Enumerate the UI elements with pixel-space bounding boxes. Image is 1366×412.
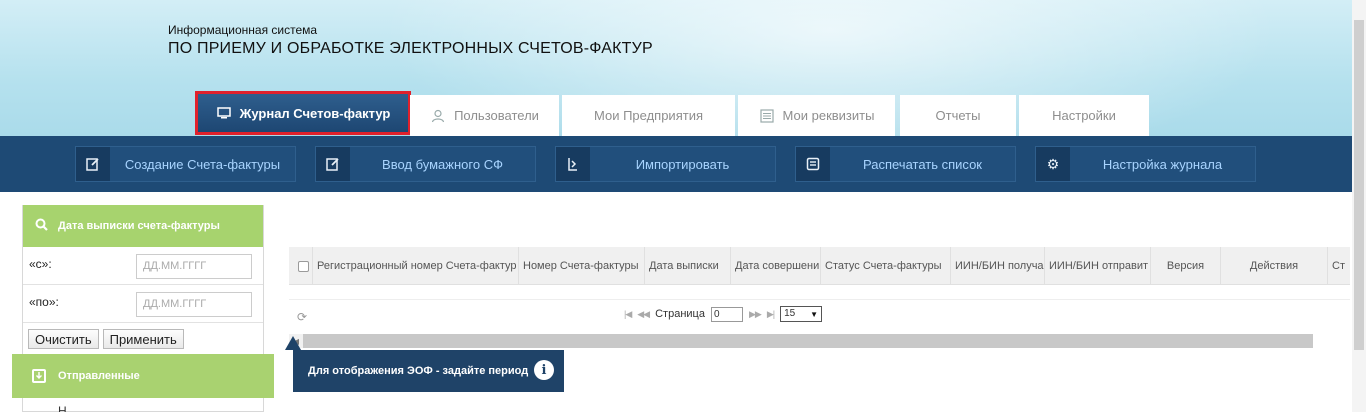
last-page-icon[interactable]: ▶| (767, 309, 775, 320)
tab-label: Отчеты (935, 108, 981, 123)
apply-button[interactable]: Применить (102, 329, 184, 349)
page-vertical-scrollbar[interactable] (1352, 0, 1366, 412)
grid-horizontal-scrollbar[interactable]: ◀ (289, 334, 1313, 348)
date-to-row: «по»: ДД.ММ.ГГГГ (23, 285, 263, 323)
tab-label: Настройки (1052, 108, 1116, 123)
page-label: Страница (655, 308, 705, 320)
info-icon: i (534, 360, 554, 380)
filter-panel-title: Дата выписки счета-фактуры (58, 220, 220, 232)
sent-section-header[interactable]: Отправленные (12, 354, 274, 398)
toolbar-button-label: Ввод бумажного СФ (382, 156, 503, 172)
select-all-checkbox[interactable] (298, 261, 309, 272)
tab-my-enterprises[interactable]: Мои Предприятия (562, 95, 735, 136)
invoice-grid: Регистрационный номер Счета-фактур Номер… (289, 247, 1350, 347)
edit-icon (316, 147, 350, 181)
grid-header: Регистрационный номер Счета-фактур Номер… (289, 247, 1350, 285)
scrollbar-thumb[interactable] (1354, 20, 1364, 350)
sent-list-item[interactable]: Н (58, 404, 67, 412)
print-icon (796, 147, 830, 181)
grid-column-header[interactable]: Дата совершени (731, 247, 821, 285)
sent-section-title: Отправленные (58, 370, 140, 382)
page-size-select[interactable]: 15 (780, 306, 823, 322)
tab-label: Пользователи (454, 108, 539, 123)
action-toolbar: Создание Счета-фактуры Ввод бумажного СФ… (0, 136, 1366, 192)
period-hint-tooltip: Для отображения ЭОФ - задайте период i (293, 350, 564, 392)
grid-select-col (289, 247, 313, 285)
tab-label: Мои Предприятия (593, 108, 703, 123)
tab-invoice-journal[interactable]: Журнал Счетов-фактур (195, 91, 411, 135)
grid-column-header[interactable]: Действия (1221, 247, 1328, 285)
toolbar-button-label: Импортировать (635, 156, 730, 172)
search-icon (35, 218, 48, 234)
tab-label: Журнал Счетов-фактур (239, 105, 391, 121)
page-number-input[interactable]: 0 (710, 306, 743, 322)
edit-icon (76, 147, 110, 181)
date-from-input[interactable]: ДД.ММ.ГГГГ (136, 254, 252, 279)
filter-panel-header[interactable]: Дата выписки счета-фактуры (23, 205, 263, 247)
toolbar-button-label: Распечатать список (863, 156, 982, 172)
date-to-input[interactable]: ДД.ММ.ГГГГ (136, 292, 252, 317)
first-page-icon[interactable]: |◀ (624, 309, 632, 320)
grid-column-header[interactable]: Регистрационный номер Счета-фактур (313, 247, 519, 285)
download-icon (32, 369, 46, 383)
filter-buttons: Очистить Применить (28, 329, 184, 349)
grid-column-header[interactable]: Ст (1328, 247, 1350, 285)
system-title: ПО ПРИЕМУ И ОБРАБОТКЕ ЭЛЕКТРОННЫХ СЧЕТОВ… (168, 40, 653, 57)
grid-column-header[interactable]: ИИН/БИН получа (951, 247, 1045, 285)
tab-reports[interactable]: Отчеты (900, 95, 1016, 136)
grid-column-header[interactable]: Номер Счета-фактуры (519, 247, 645, 285)
list-icon (759, 108, 775, 123)
date-from-row: «с»: ДД.ММ.ГГГГ (23, 247, 263, 285)
print-list-button[interactable]: Распечатать список (795, 146, 1016, 182)
prev-page-icon[interactable]: ◀◀ (637, 309, 650, 320)
toolbar-button-label: Настройка журнала (1102, 156, 1223, 172)
tab-label: Мои реквизиты (782, 108, 875, 123)
toolbar-button-label: Создание Счета-фактуры (124, 156, 281, 172)
grid-column-header[interactable]: Версия (1151, 247, 1221, 285)
app-header: Информационная система ПО ПРИЕМУ И ОБРАБ… (0, 0, 1366, 136)
date-from-label: «с»: (29, 257, 52, 271)
tab-users[interactable]: Пользователи (410, 95, 559, 136)
journal-settings-button[interactable]: ⚙ Настройка журнала (1035, 146, 1256, 182)
enter-paper-invoice-button[interactable]: Ввод бумажного СФ (315, 146, 536, 182)
date-to-label: «по»: (29, 295, 59, 309)
system-subtitle: Информационная система (168, 23, 318, 37)
tab-my-details[interactable]: Мои реквизиты (738, 95, 895, 136)
monitor-icon (216, 106, 232, 120)
grid-column-header[interactable]: Статус Счета-фактуры (821, 247, 951, 285)
user-icon (430, 109, 446, 123)
grid-column-header[interactable]: ИИН/БИН отправит (1045, 247, 1151, 285)
pager: |◀ ◀◀ Страница 0 ▶▶ ▶| 15 (624, 306, 823, 322)
grid-pager-bar: ⟳ |◀ ◀◀ Страница 0 ▶▶ ▶| 15 (289, 299, 1350, 333)
clear-button[interactable]: Очистить (28, 329, 99, 349)
tooltip-arrow (285, 336, 301, 350)
grid-column-header[interactable]: Дата выписки (645, 247, 731, 285)
create-invoice-button[interactable]: Создание Счета-фактуры (75, 146, 296, 182)
gear-icon: ⚙ (1036, 147, 1070, 181)
next-page-icon[interactable]: ▶▶ (749, 309, 762, 320)
import-button[interactable]: Импортировать (555, 146, 776, 182)
tooltip-text: Для отображения ЭОФ - задайте период (308, 365, 529, 377)
refresh-icon[interactable]: ⟳ (297, 310, 307, 324)
import-icon (556, 147, 590, 181)
tab-settings[interactable]: Настройки (1019, 95, 1149, 136)
